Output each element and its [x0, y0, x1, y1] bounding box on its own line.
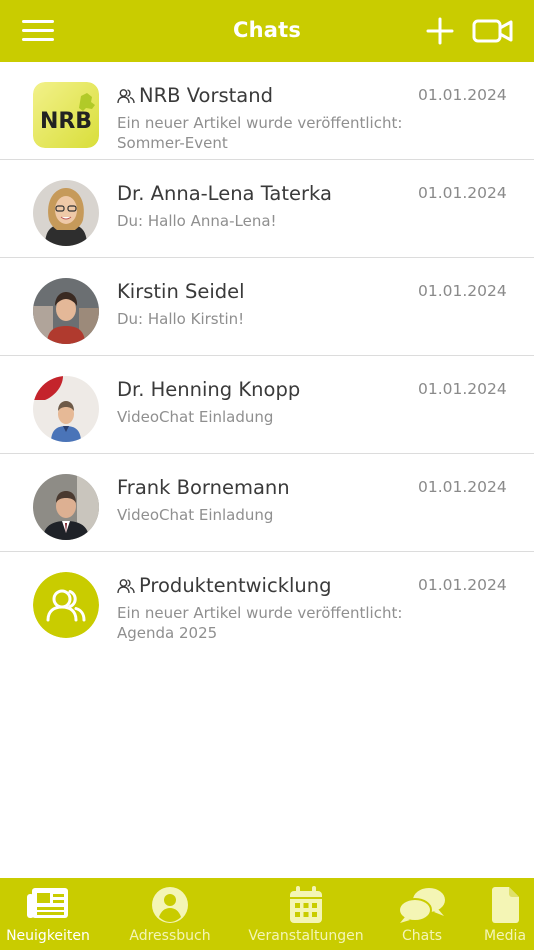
tab-label: Chats	[401, 928, 442, 944]
bottom-tab-bar: Neuigkeiten Adressbuch Veranstaltungen C…	[0, 878, 534, 950]
chat-preview: Ein neuer Artikel wurde veröffentlicht: …	[117, 604, 403, 642]
chat-item-frank-bornemann[interactable]: Frank Bornemann 01.01.2024 VideoChat Ein…	[0, 454, 534, 552]
chat-preview: VideoChat Einladung	[117, 506, 274, 524]
user-circle-icon	[152, 887, 188, 923]
avatar	[33, 278, 99, 344]
chat-date: 01.01.2024	[418, 282, 507, 300]
chat-preview: Ein neuer Artikel wurde veröffentlicht: …	[117, 114, 403, 152]
avatar	[33, 474, 99, 540]
chat-date: 01.01.2024	[418, 478, 507, 496]
group-icon	[117, 578, 135, 593]
chat-name: Dr. Henning Knopp	[117, 378, 301, 401]
app-header: Chats	[0, 0, 534, 62]
tab-media[interactable]: Media	[476, 878, 534, 950]
chat-name: NRB Vorstand	[139, 84, 273, 107]
tab-neuigkeiten[interactable]: Neuigkeiten	[0, 878, 96, 950]
chat-name: Kirstin Seidel	[117, 280, 245, 303]
chat-item-kirstin-seidel[interactable]: Kirstin Seidel 01.01.2024 Du: Hallo Kirs…	[0, 258, 534, 356]
chat-date: 01.01.2024	[418, 86, 507, 104]
tab-label: Veranstaltungen	[248, 928, 364, 944]
chat-date: 01.01.2024	[418, 576, 507, 594]
tab-chats[interactable]: Chats	[384, 878, 460, 950]
tab-adressbuch[interactable]: Adressbuch	[120, 878, 220, 950]
chat-item-henning-knopp[interactable]: Dr. Henning Knopp 01.01.2024 VideoChat E…	[0, 356, 534, 454]
chat-preview: Du: Hallo Kirstin!	[117, 310, 245, 328]
avatar	[33, 376, 99, 442]
chat-item-nrb-vorstand[interactable]: NRB NRB Vorstand 01.01.2024 Ein neuer Ar…	[0, 62, 534, 160]
chat-preview: VideoChat Einladung	[117, 408, 274, 426]
document-icon	[492, 887, 519, 923]
chat-date: 01.01.2024	[418, 380, 507, 398]
chat-bubbles-icon	[398, 888, 445, 923]
tab-label: Neuigkeiten	[6, 928, 90, 944]
video-camera-icon[interactable]	[472, 17, 514, 45]
chat-list: NRB NRB Vorstand 01.01.2024 Ein neuer Ar…	[0, 62, 534, 650]
chat-name: Frank Bornemann	[117, 476, 290, 499]
chat-preview: Du: Hallo Anna-Lena!	[117, 212, 277, 230]
calendar-icon	[290, 886, 322, 923]
newspaper-icon	[27, 888, 68, 918]
chat-name: Dr. Anna-Lena Taterka	[117, 182, 332, 205]
group-avatar	[33, 572, 99, 638]
tab-label: Adressbuch	[129, 928, 211, 944]
plus-icon[interactable]	[426, 17, 454, 45]
group-icon	[117, 88, 135, 103]
chat-date: 01.01.2024	[418, 184, 507, 202]
chat-item-anna-lena-taterka[interactable]: Dr. Anna-Lena Taterka 01.01.2024 Du: Hal…	[0, 160, 534, 258]
chat-name: Produktentwicklung	[139, 574, 332, 597]
nrb-logo-avatar: NRB	[33, 82, 99, 148]
chat-item-produktentwicklung[interactable]: Produktentwicklung 01.01.2024 Ein neuer …	[0, 552, 534, 650]
tab-veranstaltungen[interactable]: Veranstaltungen	[246, 878, 366, 950]
svg-text:NRB: NRB	[40, 109, 92, 134]
tab-label: Media	[483, 928, 527, 944]
avatar	[33, 180, 99, 246]
